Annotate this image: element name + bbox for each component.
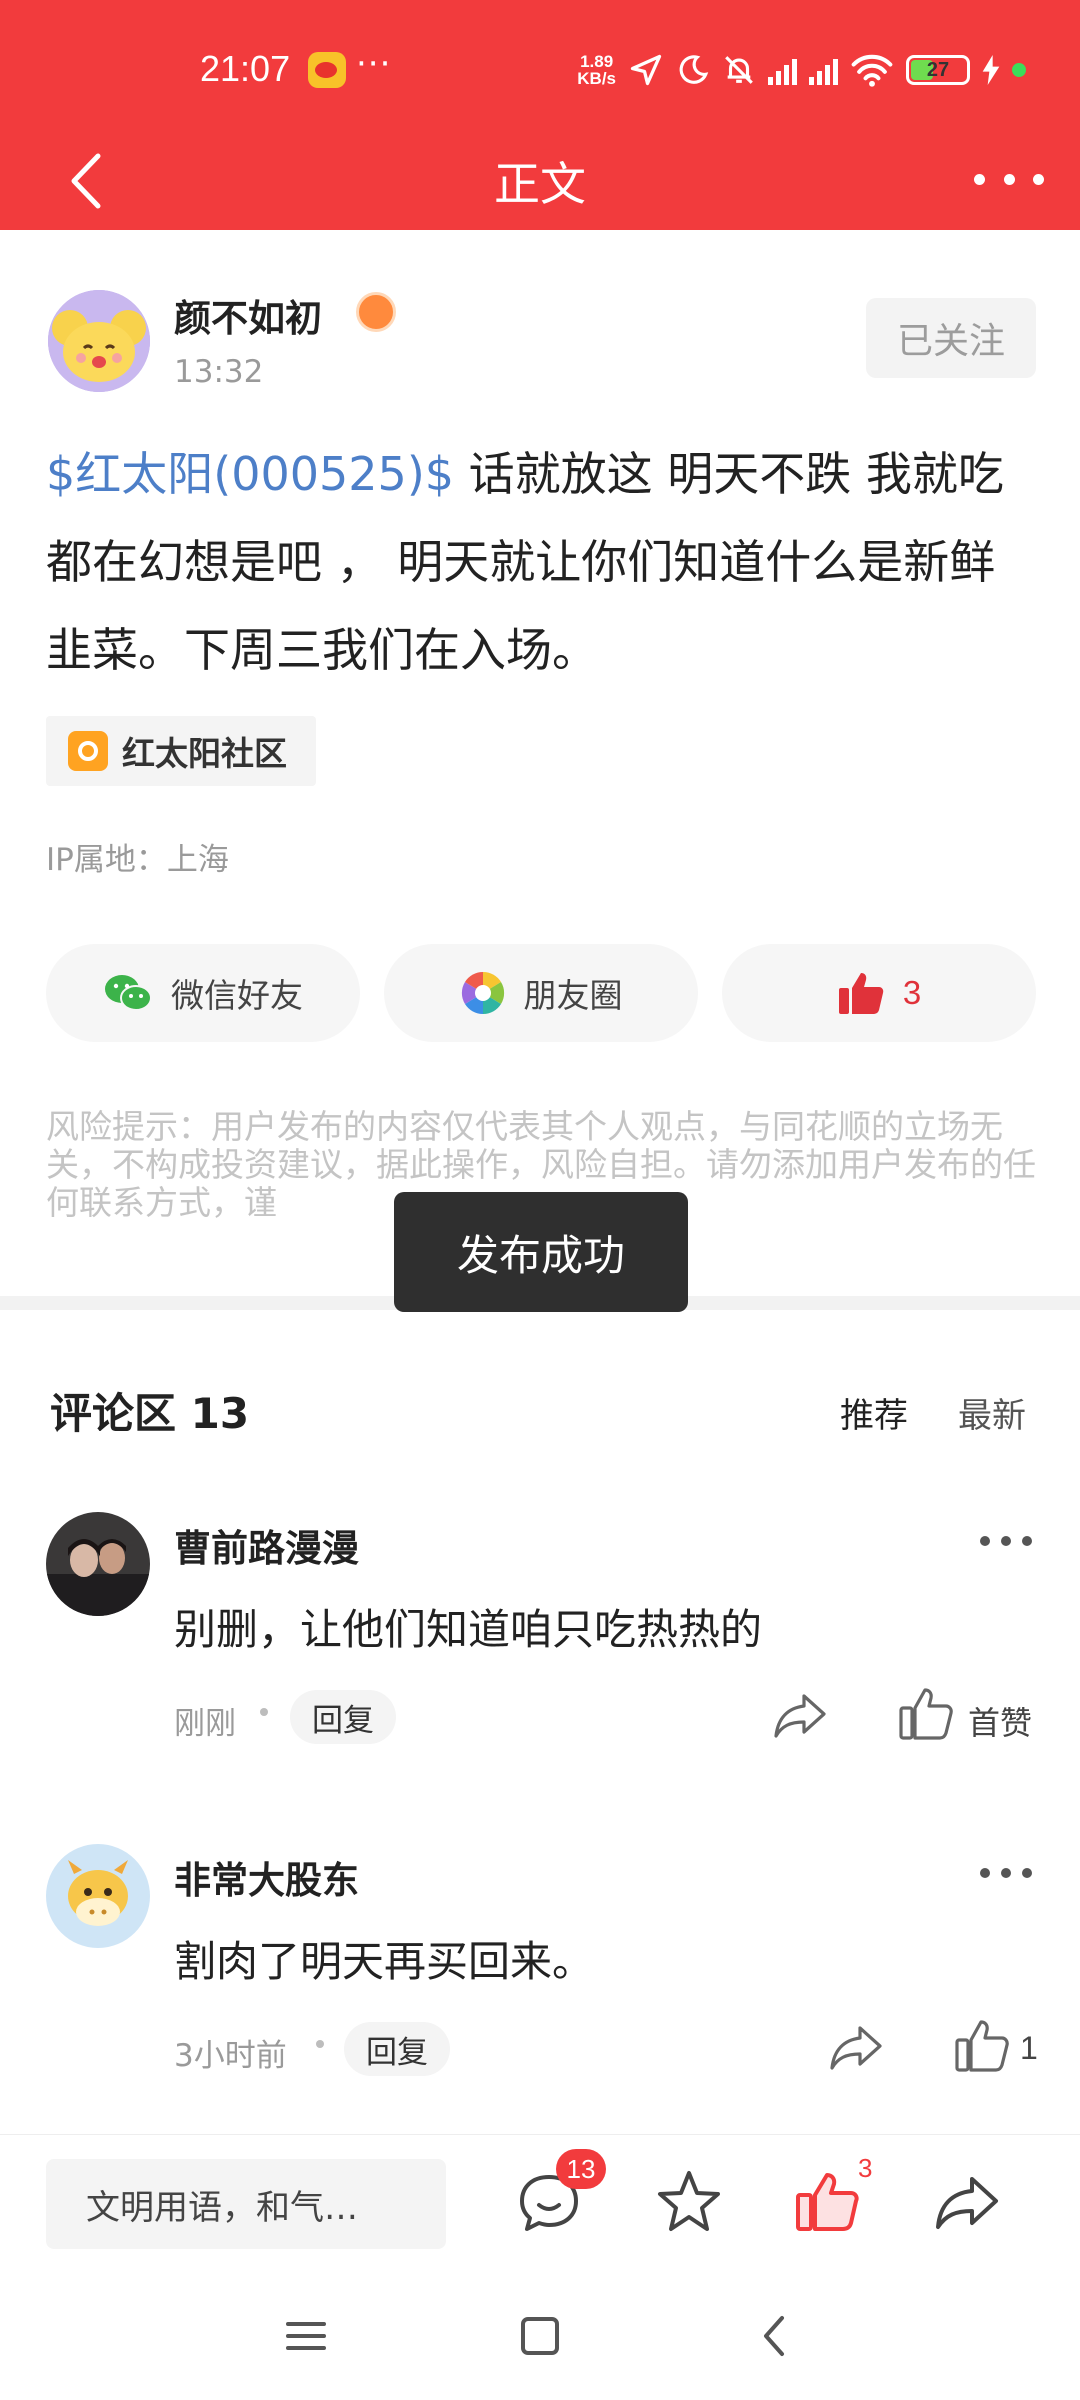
share-wechat-label: 微信好友 — [171, 976, 303, 1015]
share-row: 微信好友 朋友圈 3 — [46, 944, 1036, 1042]
thumb-up-icon[interactable] — [790, 2165, 864, 2239]
status-overflow: ··· — [356, 44, 392, 84]
author-avatar[interactable] — [48, 290, 150, 392]
comment-text: 别删，让他们知道咱只吃热热的 — [174, 1605, 763, 1654]
comment-more-button[interactable] — [980, 1868, 1032, 1880]
menu-icon[interactable] — [278, 2308, 334, 2364]
like-post-button[interactable]: 3 — [722, 944, 1036, 1042]
share-moments-label: 朋友圈 — [523, 976, 623, 1015]
commenter-avatar[interactable] — [46, 1844, 150, 1948]
reply-button[interactable]: 回复 — [290, 1690, 396, 1744]
separator-dot — [260, 1708, 268, 1716]
cartoon-avatar-icon — [48, 290, 150, 392]
post-content: $红太阳(000525)$ 话就放这 明天不跌 我就吃 都在幻想是吧 ， 明天就… — [46, 430, 1036, 694]
sort-recommended-tab[interactable]: 推荐 — [840, 1388, 908, 1437]
thumb-up-icon — [838, 973, 884, 1014]
vip-badge-icon — [356, 292, 396, 332]
comments-title: 评论区 13 — [50, 1389, 250, 1438]
status-time: 21:07 — [200, 48, 291, 89]
post-time: 13:32 — [174, 354, 264, 390]
comment-time: 刚刚 — [174, 1706, 236, 1742]
commenter-name[interactable]: 非常大股东 — [174, 1850, 359, 1904]
mute-bell-icon — [725, 56, 753, 84]
stock-link[interactable]: $红太阳(000525)$ — [46, 447, 454, 501]
page-title: 正文 — [494, 157, 586, 211]
moments-icon — [461, 971, 504, 1015]
share-icon[interactable] — [770, 1684, 830, 1744]
thumb-up-outline-icon[interactable] — [952, 2016, 1012, 2076]
more-icon — [980, 1536, 990, 1546]
commenter-avatar[interactable] — [46, 1512, 150, 1616]
wifi-icon — [851, 54, 893, 87]
system-nav-bar — [0, 2274, 1080, 2400]
status-right-icons: 1.89 KB/s 27 — [577, 48, 1026, 92]
comment-time: 3小时前 — [174, 2038, 287, 2074]
ip-location: IP属地：上海 — [46, 842, 229, 878]
comment-item: 曹前路漫漫 别删，让他们知道咱只吃热热的 刚刚 回复 首赞 — [0, 1512, 1080, 1812]
separator-dot — [316, 2040, 324, 2048]
location-icon — [630, 54, 662, 86]
share-icon[interactable] — [826, 2016, 886, 2076]
follow-button[interactable]: 已关注 — [866, 298, 1036, 378]
share-icon[interactable] — [930, 2165, 1004, 2239]
status-bar: 21:07 ··· 1.89 KB/s 27 — [0, 0, 1080, 140]
commenter-name[interactable]: 曹前路漫漫 — [174, 1518, 359, 1572]
more-icon — [980, 1868, 990, 1878]
signal-icon — [768, 55, 797, 85]
toast-message: 发布成功 — [394, 1192, 688, 1312]
bottom-action-bar: 文明用语，和气… 13 3 — [0, 2134, 1080, 2274]
moon-icon — [679, 55, 709, 84]
comment-input[interactable]: 文明用语，和气… — [46, 2159, 446, 2249]
top-bar: 21:07 ··· 1.89 KB/s 27 正文 — [0, 0, 1080, 230]
community-label: 红太阳社区 — [122, 734, 287, 773]
comment-like-label: 1 — [1020, 2030, 1038, 2066]
comment-count-badge: 13 — [556, 2149, 606, 2189]
share-wechat-button[interactable]: 微信好友 — [46, 944, 360, 1042]
share-moments-button[interactable]: 朋友圈 — [384, 944, 698, 1042]
weibo-icon — [308, 52, 346, 88]
recording-dot-icon — [1012, 63, 1026, 77]
comment-item: 非常大股东 割肉了明天再买回来。 3小时前 回复 1 — [0, 1844, 1080, 2144]
reply-button[interactable]: 回复 — [344, 2022, 450, 2076]
thumb-up-outline-icon[interactable] — [896, 1684, 956, 1744]
signal-icon-2 — [809, 55, 838, 85]
title-bar: 正文 — [0, 130, 1080, 230]
network-speed: 1.89 KB/s — [577, 52, 616, 88]
more-icon — [974, 173, 985, 185]
photo-avatar-icon — [46, 1512, 150, 1616]
cow-avatar-icon — [46, 1844, 150, 1948]
sort-latest-tab[interactable]: 最新 — [958, 1388, 1026, 1437]
back-icon[interactable] — [748, 2308, 804, 2364]
comment-text: 割肉了明天再买回来。 — [174, 1937, 595, 1986]
more-options-button[interactable] — [974, 154, 1044, 204]
community-icon — [68, 731, 108, 771]
home-icon[interactable] — [512, 2308, 568, 2364]
star-icon[interactable] — [652, 2165, 726, 2239]
comment-more-button[interactable] — [980, 1536, 1032, 1548]
like-count: 3 — [902, 974, 922, 1011]
like-count-badge: 3 — [858, 2153, 873, 2183]
charging-icon — [982, 55, 1000, 85]
battery-indicator: 27 — [906, 55, 970, 85]
author-name[interactable]: 颜不如初 — [174, 288, 322, 342]
community-tag[interactable]: 红太阳社区 — [46, 716, 316, 786]
comment-like-label: 首赞 — [968, 1705, 1033, 1741]
wechat-icon — [105, 975, 152, 1011]
